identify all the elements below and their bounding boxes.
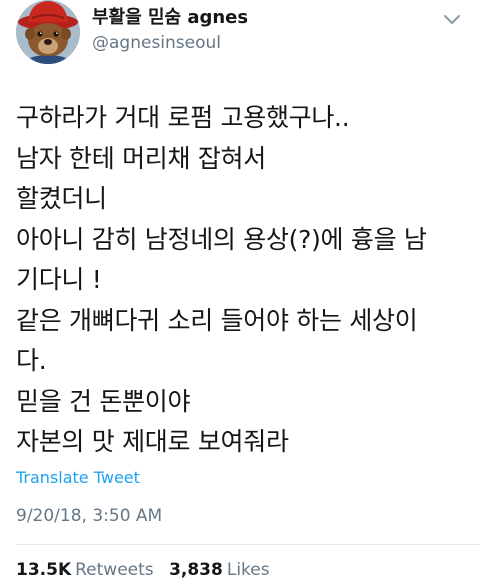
- tweet-card: 부활을 믿숨 agnes @agnesinseoul 구하라가 거대 로펌 고용…: [0, 0, 480, 586]
- likes-count: 3,838: [169, 560, 223, 580]
- tweet-timestamp[interactable]: 9/20/18, 3:50 AM: [16, 505, 162, 527]
- tweet-text-line: 자본의 맛 제대로 보여줘라: [16, 427, 289, 456]
- likes-stat[interactable]: 3,838 Likes: [169, 559, 270, 581]
- tweet-text-line: 믿을 건 돈뿐이야: [16, 386, 191, 416]
- display-name[interactable]: 부활을 믿숨 agnes: [92, 7, 248, 29]
- tweet-text-line: 기다니 !: [16, 265, 102, 294]
- tweet-text-line: 할켰더니: [16, 184, 107, 213]
- tweet-text-line: 구하라가 거대 로펌 고용했구나..: [16, 103, 350, 132]
- retweets-stat[interactable]: 13.5K Retweets: [16, 559, 154, 581]
- divider: [16, 544, 480, 545]
- tweet-text-line: 같은 개뼈다귀 소리 들어야 하는 세상이: [16, 305, 418, 335]
- bear-avatar-icon[interactable]: [16, 0, 80, 64]
- likes-label: Likes: [226, 560, 270, 580]
- tweet-stats: 13.5K Retweets 3,838 Likes: [16, 559, 270, 581]
- chevron-down-icon[interactable]: [442, 12, 462, 26]
- user-handle[interactable]: @agnesinseoul: [92, 32, 248, 54]
- user-names: 부활을 믿숨 agnes @agnesinseoul: [92, 7, 248, 54]
- tweet-text-line: 아아니 감히 남정네의 용상(?)에 흉을 남: [16, 224, 427, 254]
- translate-tweet-link[interactable]: Translate Tweet: [16, 468, 140, 488]
- tweet-text-line: 다.: [16, 346, 47, 375]
- tweet-text: 구하라가 거대 로펌 고용했구나.. 남자 한테 머리채 잡혀서 할켰더니 아아…: [16, 98, 466, 463]
- tweet-text-line: 남자 한테 머리채 잡혀서: [16, 143, 266, 173]
- retweets-label: Retweets: [75, 560, 154, 580]
- tweet-header: 부활을 믿숨 agnes @agnesinseoul: [0, 0, 480, 70]
- retweets-count: 13.5K: [16, 560, 72, 580]
